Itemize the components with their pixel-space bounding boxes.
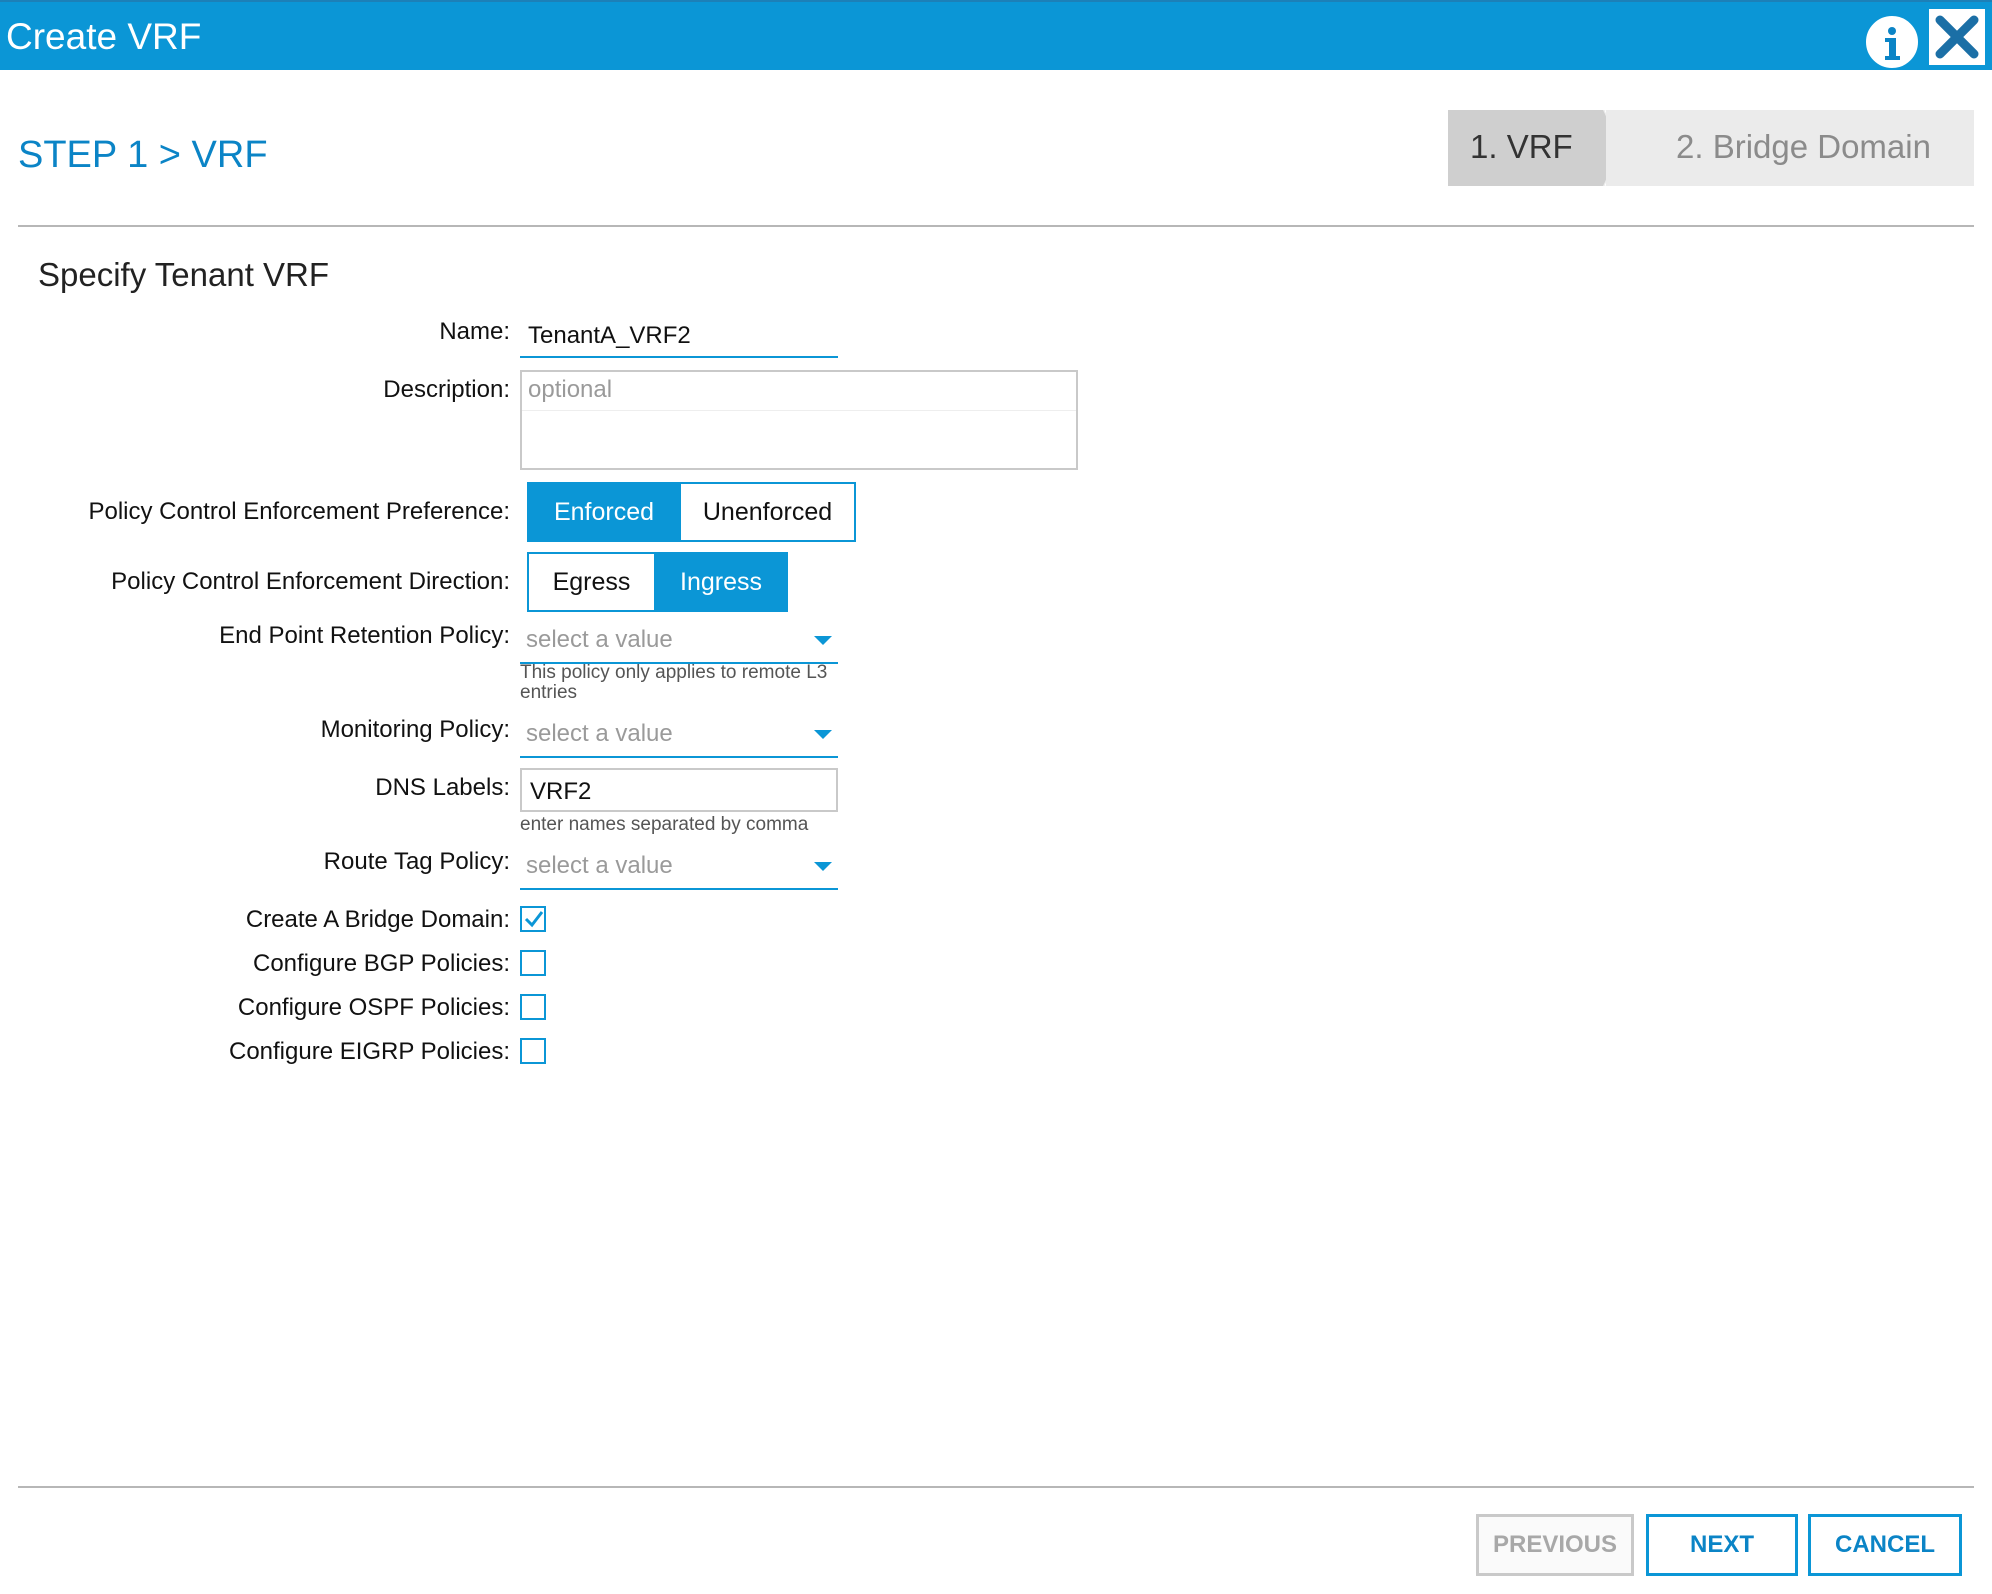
endpoint-retention-label: End Point Retention Policy: <box>219 622 510 649</box>
configure-bgp-label: Configure BGP Policies: <box>252 950 510 977</box>
create-bridge-domain-checkbox[interactable] <box>520 906 546 932</box>
route-tag-policy-label: Route Tag Policy: <box>323 848 510 875</box>
next-button[interactable]: NEXT <box>1646 1514 1798 1576</box>
monitoring-policy-label: Monitoring Policy: <box>320 716 510 743</box>
name-input[interactable]: TenantA_VRF2 <box>520 312 838 358</box>
wizard-step-label: 1. VRF <box>1470 128 1573 165</box>
chevron-down-icon <box>814 730 832 739</box>
previous-button[interactable]: PREVIOUS <box>1476 1514 1634 1576</box>
create-bridge-domain-label: Create A Bridge Domain: <box>245 906 510 933</box>
chevron-down-icon <box>814 636 832 645</box>
configure-bgp-checkbox[interactable] <box>520 950 546 976</box>
chevron-down-icon <box>814 862 832 871</box>
wizard-step-label: 2. Bridge Domain <box>1676 128 1931 165</box>
info-icon[interactable] <box>1864 14 1920 70</box>
monitoring-policy-placeholder: select a value <box>526 720 673 747</box>
title-bar: Create VRF <box>0 0 1992 70</box>
close-icon[interactable] <box>1926 6 1988 68</box>
configure-ospf-label: Configure OSPF Policies: <box>237 994 510 1021</box>
configure-eigrp-label: Configure EIGRP Policies: <box>228 1038 510 1065</box>
monitoring-policy-select[interactable]: select a value <box>520 716 838 758</box>
configure-ospf-checkbox[interactable] <box>520 994 546 1020</box>
description-placeholder: optional <box>528 376 613 403</box>
name-label: Name: <box>439 318 510 345</box>
checkmark-icon <box>524 911 544 928</box>
enforcement-direction-label: Policy Control Enforcement Direction: <box>111 568 510 595</box>
wizard-step-vrf[interactable]: 1. VRF <box>1448 110 1603 186</box>
name-value: TenantA_VRF2 <box>528 322 691 349</box>
cancel-button[interactable]: CANCEL <box>1808 1514 1962 1576</box>
dns-labels-input[interactable]: VRF2 <box>520 768 838 812</box>
unenforced-button[interactable]: Unenforced <box>679 482 856 542</box>
enforced-button[interactable]: Enforced <box>527 482 681 542</box>
endpoint-retention-select[interactable]: select a value <box>520 622 838 664</box>
route-tag-policy-placeholder: select a value <box>526 852 673 879</box>
section-title: Specify Tenant VRF <box>38 256 330 293</box>
step-title: STEP 1 > VRF <box>18 134 268 176</box>
route-tag-policy-select[interactable]: select a value <box>520 848 838 890</box>
configure-eigrp-checkbox[interactable] <box>520 1038 546 1064</box>
dns-labels-help: enter names separated by comma <box>520 814 809 835</box>
ingress-button[interactable]: Ingress <box>654 552 788 612</box>
egress-button[interactable]: Egress <box>527 552 656 612</box>
enforcement-preference-label: Policy Control Enforcement Preference: <box>88 498 510 525</box>
description-field[interactable]: optional <box>520 370 1078 470</box>
endpoint-retention-help: This policy only applies to remote L3 en… <box>520 662 828 703</box>
dns-labels-value: VRF2 <box>530 778 592 805</box>
wizard-steps: 1. VRF 2. Bridge Domain <box>1448 110 1974 186</box>
description-label: Description: <box>383 376 510 403</box>
endpoint-retention-placeholder: select a value <box>526 626 673 653</box>
dns-labels-label: DNS Labels: <box>375 774 510 801</box>
wizard-step-bridge-domain[interactable]: 2. Bridge Domain <box>1606 110 1974 186</box>
window-title: Create VRF <box>6 16 202 57</box>
footer-divider <box>18 1486 1974 1488</box>
header-divider <box>18 225 1974 227</box>
